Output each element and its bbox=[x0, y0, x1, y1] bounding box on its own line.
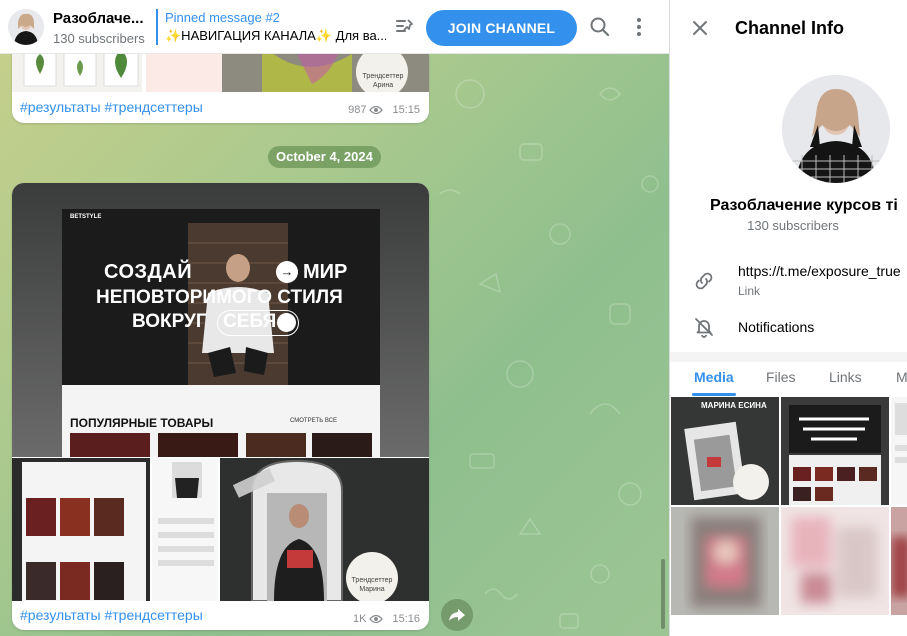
date-badge: October 4, 2024 bbox=[268, 146, 381, 168]
hero-dot-icon bbox=[277, 313, 296, 332]
message-time: 15:15 bbox=[392, 104, 420, 116]
photo-caption: Трендсеттер Арина bbox=[362, 73, 404, 89]
notifications-label[interactable]: Notifications bbox=[738, 319, 814, 335]
photo-caption: Трендсеттер Марина bbox=[351, 577, 393, 593]
eye-icon bbox=[369, 614, 384, 624]
media-item[interactable] bbox=[781, 507, 889, 615]
message-text[interactable]: #результаты #трендсеттеры bbox=[20, 99, 203, 115]
view-count: 1K bbox=[353, 613, 367, 625]
channel-link-label: Link bbox=[738, 284, 761, 298]
more-vertical-icon[interactable] bbox=[627, 15, 651, 39]
message-text[interactable]: #результаты #трендсеттеры bbox=[20, 607, 203, 623]
hero-line-3b: СЕБЯ bbox=[223, 311, 277, 332]
message-bubble[interactable]: BETSTYLE СОЗДАЙ → МИР НЕПОВТОРИМОГО СТИЛ… bbox=[12, 183, 429, 630]
chat-area[interactable]: Трендсеттер Арина #результаты #трендсетт… bbox=[0, 54, 669, 636]
notifications-muted-icon bbox=[695, 318, 713, 338]
tab-more[interactable]: M bbox=[896, 369, 907, 385]
channel-photo[interactable] bbox=[782, 75, 890, 183]
pinned-text: ✨НАВИГАЦИЯ КАНАЛА✨ Для ва... bbox=[165, 28, 386, 43]
channel-avatar[interactable] bbox=[8, 9, 44, 45]
tab-files[interactable]: Files bbox=[766, 369, 796, 385]
see-all-link: СМОТРЕТЬ ВСЕ bbox=[290, 418, 338, 424]
link-icon bbox=[695, 272, 713, 290]
message-bubble[interactable]: Трендсеттер Арина #результаты #трендсетт… bbox=[12, 54, 429, 123]
panel-divider bbox=[670, 352, 907, 362]
eye-icon bbox=[369, 105, 384, 115]
pinned-title: Pinned message #2 bbox=[165, 10, 280, 25]
tab-media[interactable]: Media bbox=[694, 369, 734, 385]
media-item[interactable]: МАРИНА ЕСИНА bbox=[671, 397, 779, 505]
message-meta: 987 15:15 bbox=[348, 104, 420, 116]
join-channel-button[interactable]: JOIN CHANNEL bbox=[426, 10, 577, 46]
chat-header: Разоблаче... 130 subscribers Pinned mess… bbox=[0, 0, 669, 54]
hero-line-3a: ВОКРУГ bbox=[132, 311, 207, 332]
message-time: 15:16 bbox=[392, 613, 420, 625]
share-arrow-icon bbox=[449, 609, 465, 621]
channel-name: Разоблачение курсов ті bbox=[710, 197, 898, 214]
site-brand: BETSTYLE bbox=[70, 214, 102, 220]
channel-subscribers: 130 subscribers bbox=[53, 31, 145, 46]
channel-link[interactable]: https://t.me/exposure_true bbox=[738, 263, 901, 279]
media-grid: МАРИНА ЕСИНА bbox=[670, 397, 907, 636]
arrow-circle-icon: → bbox=[276, 261, 298, 283]
active-tab-indicator bbox=[692, 393, 736, 396]
panel-title: Channel Info bbox=[735, 18, 844, 38]
share-button[interactable] bbox=[441, 599, 473, 631]
hero-line-1b: МИР bbox=[303, 261, 348, 283]
plant-thumbnails bbox=[23, 54, 139, 87]
channel-info-panel: Channel Info Разоблачение курсов ті 130 … bbox=[669, 0, 907, 636]
pinned-message[interactable]: Pinned message #2 ✨НАВИГАЦИЯ КАНАЛА✨ Для… bbox=[156, 9, 386, 45]
close-icon[interactable] bbox=[688, 16, 712, 40]
pinned-list-icon[interactable] bbox=[393, 15, 417, 39]
media-caption: МАРИНА ЕСИНА bbox=[701, 401, 767, 410]
media-item[interactable] bbox=[781, 397, 889, 505]
channel-subscribers: 130 subscribers bbox=[747, 218, 839, 233]
channel-title[interactable]: Разоблаче... bbox=[53, 10, 153, 27]
view-count: 987 bbox=[348, 104, 367, 116]
media-item[interactable] bbox=[891, 507, 907, 615]
media-item[interactable] bbox=[891, 397, 907, 505]
tab-links[interactable]: Links bbox=[829, 369, 862, 385]
popular-title: ПОПУЛЯРНЫЕ ТОВАРЫ bbox=[70, 416, 214, 430]
search-icon[interactable] bbox=[588, 15, 612, 39]
message-meta: 1K 15:16 bbox=[353, 613, 420, 625]
media-item[interactable] bbox=[671, 507, 779, 615]
hero-line-2: НЕПОВТОРИМОГО СТИЛЯ bbox=[96, 287, 343, 308]
hero-line-1a: СОЗДАЙ bbox=[104, 261, 193, 283]
chat-scrollbar[interactable] bbox=[661, 559, 665, 629]
